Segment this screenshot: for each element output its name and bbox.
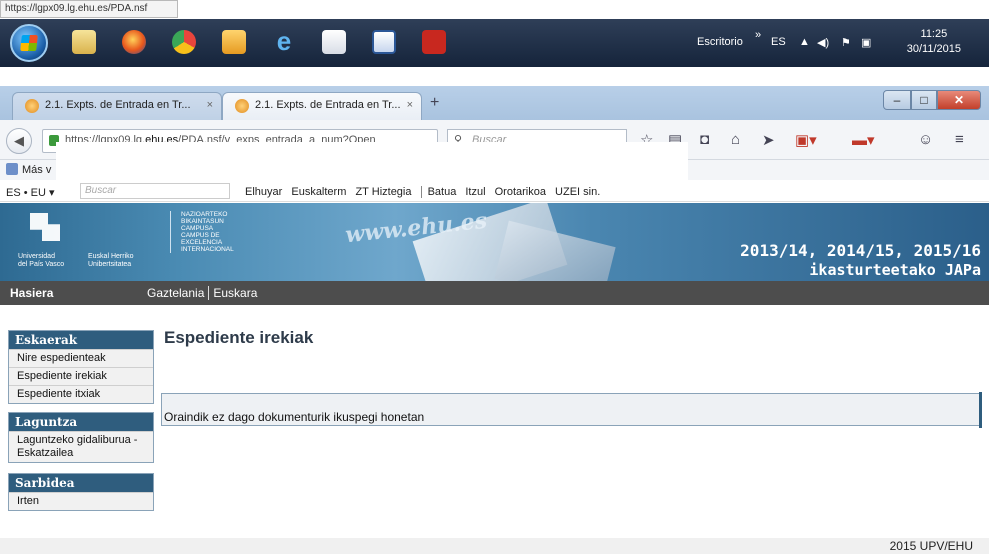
close-window-button[interactable]: ✕ bbox=[937, 90, 981, 110]
addon-icon[interactable]: ▣▾ bbox=[795, 131, 817, 149]
sidebar-heading: Laguntza bbox=[9, 413, 153, 431]
browser-tab-active[interactable]: 2.1. Expts. de Entrada en Tr... × bbox=[222, 92, 422, 120]
show-hidden-icons-icon[interactable]: ▲ bbox=[799, 36, 810, 48]
footer-copyright: 2015 UPV/EHU bbox=[889, 539, 973, 553]
acrobat-taskbar-button[interactable] bbox=[414, 22, 454, 62]
sidebar-item-irten[interactable]: Irten bbox=[9, 492, 153, 510]
dict-link-elhuyar[interactable]: Elhuyar bbox=[245, 186, 282, 198]
more-bookmarks-link[interactable]: Más v bbox=[22, 164, 51, 176]
chrome-icon bbox=[172, 30, 196, 54]
tab-favicon-icon bbox=[25, 99, 39, 113]
dict-link-batua[interactable]: Batua bbox=[428, 186, 457, 198]
empty-message: Oraindik ez dago dokumenturik ikuspegi h… bbox=[164, 410, 425, 424]
home-link[interactable]: Hasiera bbox=[10, 286, 53, 300]
firefox-taskbar-button[interactable] bbox=[114, 22, 154, 62]
smiley-icon[interactable]: ☺ bbox=[918, 131, 933, 148]
bookmarks-icon bbox=[6, 163, 18, 175]
university-name-es: Universidad del País Vasco bbox=[18, 253, 65, 268]
send-icon[interactable]: ➤ bbox=[762, 131, 775, 149]
outlook-taskbar-button[interactable] bbox=[214, 22, 254, 62]
word-icon bbox=[372, 30, 396, 54]
empty-view-panel: Oraindik ez dago dokumenturik ikuspegi h… bbox=[161, 392, 982, 428]
maximize-button[interactable]: □ bbox=[911, 90, 937, 110]
divider bbox=[208, 286, 210, 300]
page-footer: 2015 UPV/EHU bbox=[0, 538, 989, 554]
internet-explorer-taskbar-button[interactable]: e bbox=[264, 22, 304, 62]
window-controls: – □ ✕ bbox=[883, 90, 981, 112]
dict-link-itzul[interactable]: Itzul bbox=[465, 186, 485, 198]
clock-date: 30/11/2015 bbox=[906, 43, 961, 55]
sidebar-box-eskaerak: Eskaerak Nire espedienteak Espediente ir… bbox=[8, 330, 154, 404]
tab-close-icon[interactable]: × bbox=[207, 99, 213, 111]
panel-edge bbox=[979, 392, 982, 428]
lang-link-euskara[interactable]: Euskara bbox=[213, 286, 257, 300]
java-icon bbox=[322, 30, 346, 54]
system-tray: Escritorio » ES ▲ ◀) ⚑ ▣ 11:25 30/11/201… bbox=[689, 19, 989, 67]
dict-link-zt-hiztegia[interactable]: ZT Hiztegia bbox=[355, 186, 411, 198]
addon-red-icon[interactable]: ▬▾ bbox=[852, 131, 875, 149]
windows-taskbar: e Escritorio » ES ▲ ◀) ⚑ ▣ 11:25 30/11/2… bbox=[0, 19, 989, 67]
network-icon[interactable]: ▣ bbox=[861, 36, 871, 49]
sidebar-box-laguntza: Laguntza Laguntzeko gidaliburua - Eskatz… bbox=[8, 412, 154, 463]
chrome-taskbar-button[interactable] bbox=[164, 22, 204, 62]
banner-subtitle: ikasturteetako JAPa bbox=[809, 261, 981, 279]
sidebar-box-sarbidea: Sarbidea Irten bbox=[8, 473, 154, 511]
back-button[interactable]: ◀ bbox=[6, 128, 32, 154]
redaction-mask bbox=[56, 142, 688, 180]
ehu-logo-icon[interactable] bbox=[30, 213, 60, 241]
java-taskbar-button[interactable] bbox=[314, 22, 354, 62]
file-explorer-taskbar-button[interactable] bbox=[64, 22, 104, 62]
status-url-tooltip: https://lgpx09.lg.ehu.es/PDA.nsf bbox=[0, 0, 178, 18]
chevron-icon[interactable]: » bbox=[755, 29, 761, 41]
pocket-icon[interactable]: ◘ bbox=[700, 131, 709, 148]
tab-favicon-icon bbox=[235, 99, 249, 113]
divider bbox=[420, 186, 422, 198]
start-button[interactable] bbox=[10, 24, 48, 62]
page-title: Espediente irekiak bbox=[164, 328, 314, 347]
action-center-flag-icon[interactable]: ⚑ bbox=[841, 36, 851, 49]
acrobat-icon bbox=[422, 30, 446, 54]
folder-icon bbox=[72, 30, 96, 54]
calendar-icon bbox=[222, 30, 246, 54]
dict-link-euskalterm[interactable]: Euskalterm bbox=[291, 186, 346, 198]
language-switcher: Gaztelania Euskara bbox=[147, 286, 257, 300]
sidebar-item-nire-espedienteak[interactable]: Nire espedienteak bbox=[9, 349, 153, 367]
browser-tab-strip: 2.1. Expts. de Entrada en Tr... × 2.1. E… bbox=[0, 86, 989, 120]
sidebar-heading: Eskaerak bbox=[9, 331, 153, 349]
dict-link-uzei[interactable]: UZEI sin. bbox=[555, 186, 600, 198]
banner-years: 2013/14, 2014/15, 2015/16 bbox=[740, 241, 981, 260]
dict-link-orotarikoa[interactable]: Orotarikoa bbox=[495, 186, 546, 198]
ehu-banner: Universidad del País Vasco Euskal Herrik… bbox=[0, 203, 989, 281]
clock-time: 11:25 bbox=[920, 28, 948, 40]
minimize-button[interactable]: – bbox=[883, 90, 911, 110]
university-name-eu: Euskal Herriko Unibertsitatea bbox=[88, 253, 134, 268]
new-tab-button[interactable]: + bbox=[430, 94, 439, 112]
menu-icon[interactable]: ≡ bbox=[955, 131, 964, 148]
tab-title: 2.1. Expts. de Entrada en Tr... bbox=[45, 99, 191, 111]
lang-link-gaztelania[interactable]: Gaztelania bbox=[147, 286, 204, 300]
tab-title: 2.1. Expts. de Entrada en Tr... bbox=[255, 99, 401, 111]
sidebar-item-espediente-irekiak[interactable]: Espediente irekiak bbox=[9, 367, 153, 385]
site-navigation-bar: Hasiera Gaztelania Euskara bbox=[0, 281, 989, 305]
escritorio-toolbar[interactable]: Escritorio bbox=[697, 36, 743, 48]
windows-logo-icon bbox=[20, 35, 38, 51]
home-icon[interactable]: ⌂ bbox=[731, 131, 740, 148]
volume-icon[interactable]: ◀) bbox=[817, 36, 829, 49]
sidebar-heading: Sarbidea bbox=[9, 474, 153, 492]
language-indicator[interactable]: ES bbox=[771, 36, 786, 48]
campus-excellence-label: NAZIOARTEKO BIKAINTASUN CAMPUSA CAMPUS D… bbox=[170, 211, 260, 253]
dictionary-toolbar: ES • EU ▾ Buscar Elhuyar Euskalterm ZT H… bbox=[0, 181, 989, 202]
internet-explorer-icon: e bbox=[276, 26, 292, 56]
firefox-icon bbox=[122, 30, 146, 54]
browser-tab[interactable]: 2.1. Expts. de Entrada en Tr... × bbox=[12, 92, 222, 120]
taskbar-clock[interactable]: 11:25 30/11/2015 bbox=[907, 27, 961, 57]
tab-close-icon[interactable]: × bbox=[407, 99, 413, 111]
sidebar-item-laguntzeko-gidaliburua[interactable]: Laguntzeko gidaliburua - Eskatzailea bbox=[9, 431, 153, 462]
dictionary-search-input[interactable]: Buscar bbox=[80, 183, 230, 199]
sidebar-item-espediente-itxiak[interactable]: Espediente itxiak bbox=[9, 385, 153, 403]
dictionary-language-select[interactable]: ES • EU ▾ bbox=[6, 186, 55, 199]
word-taskbar-button[interactable] bbox=[364, 22, 404, 62]
dictionary-links: Elhuyar Euskalterm ZT Hiztegia Batua Itz… bbox=[245, 186, 606, 198]
